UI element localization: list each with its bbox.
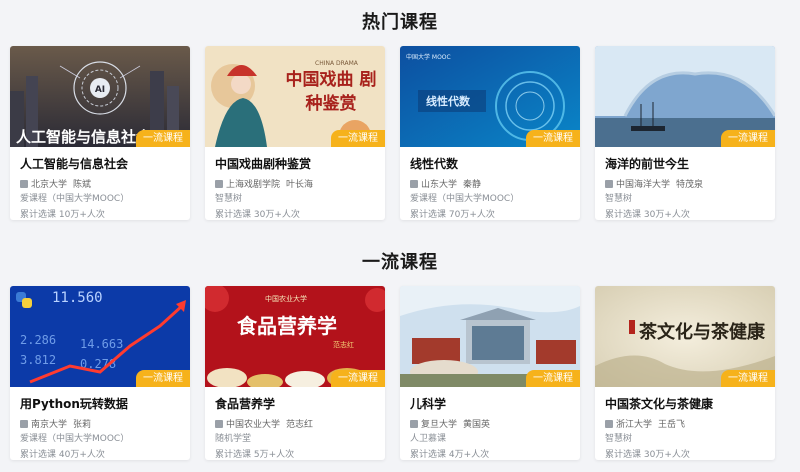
school-line: 山东大学 秦静 xyxy=(410,177,570,190)
svg-text:AI: AI xyxy=(95,85,105,95)
first-class-badge: 一流课程 xyxy=(136,130,190,147)
school-icon xyxy=(215,419,223,428)
school-line: 南京大学 张莉 xyxy=(20,417,180,430)
enrollment-count: 累计选课 10万+人次 xyxy=(20,210,105,220)
course-title: 用Python玩转数据 xyxy=(20,397,128,411)
svg-text:14.663: 14.663 xyxy=(80,337,123,351)
course-card[interactable]: 一流课程 儿科学 复旦大学 黄国英 人卫慕课 累计选课 4万+人次 xyxy=(400,286,580,460)
teacher-name: 范志红 xyxy=(286,420,314,430)
enrollment-count: 累计选课 40万+人次 xyxy=(20,450,105,460)
course-card[interactable]: 茶文化与茶健康 一流课程 中国茶文化与茶健康 浙江大学 王岳飞 智慧树 累计选课 … xyxy=(595,286,775,460)
school-icon xyxy=(605,179,613,188)
school-icon xyxy=(605,419,613,428)
school-name: 南京大学 xyxy=(31,420,68,430)
school-name: 中国农业大学 xyxy=(226,420,281,430)
school-icon xyxy=(20,419,28,428)
thumbnail-caption: 线性代数 xyxy=(426,95,470,108)
school-line: 浙江大学 王岳飞 xyxy=(605,417,765,430)
school-line: 复旦大学 黄国英 xyxy=(410,417,570,430)
platform-name: 随机学堂 xyxy=(215,434,252,444)
enrollment-count: 累计选课 4万+人次 xyxy=(410,450,490,460)
school-name: 山东大学 xyxy=(421,180,458,190)
school-icon xyxy=(410,419,418,428)
section-title-first-class: 一流课程 xyxy=(362,252,438,273)
course-thumbnail: 2.286 3.812 14.663 0.278 11.560 一流课程 xyxy=(10,286,190,387)
platform-name: 智慧树 xyxy=(605,434,633,444)
enrollment-count: 累计选课 30万+人次 xyxy=(215,210,300,220)
course-card[interactable]: CHINA DRAMA 中国戏曲 剧种鉴赏 一流课程 中国戏曲剧种鉴赏 上海戏剧… xyxy=(205,46,385,220)
course-thumbnail: 一流课程 xyxy=(400,286,580,387)
teacher-name: 秦静 xyxy=(463,180,482,190)
course-card[interactable]: 中国农业大学 食品营养学 范志红 一流课程 食品营养学 中国农业大学 范志红 随机… xyxy=(205,286,385,460)
course-title: 食品营养学 xyxy=(215,397,276,411)
teacher-name: 陈斌 xyxy=(73,180,92,190)
school-name: 上海戏剧学院 xyxy=(226,180,281,190)
svg-text:3.812: 3.812 xyxy=(20,353,56,367)
school-icon xyxy=(410,179,418,188)
course-thumbnail: 茶文化与茶健康 一流课程 xyxy=(595,286,775,387)
first-class-badge: 一流课程 xyxy=(526,130,580,147)
course-title: 中国茶文化与茶健康 xyxy=(605,397,714,411)
school-name: 北京大学 xyxy=(31,180,68,190)
first-class-badge: 一流课程 xyxy=(331,370,385,387)
school-name: 浙江大学 xyxy=(616,420,653,430)
platform-name: 爱课程（中国大学MOOC） xyxy=(20,194,130,204)
thumbnail-caption: 人工智能与信息社会 xyxy=(16,128,152,146)
school-icon xyxy=(215,179,223,188)
thumbnail-caption: 中国戏曲 剧种鉴赏 xyxy=(285,70,377,114)
course-thumbnail: 一流课程 xyxy=(595,46,775,147)
thumbnail-caption: 食品营养学 xyxy=(237,314,337,338)
school-line: 上海戏剧学院 叶长海 xyxy=(215,177,375,190)
school-icon xyxy=(20,179,28,188)
thumbnail-subtitle: CHINA DRAMA xyxy=(315,60,358,67)
first-class-badge: 一流课程 xyxy=(721,130,775,147)
thumbnail-caption: 茶文化与茶健康 xyxy=(639,322,765,343)
first-class-badge: 一流课程 xyxy=(526,370,580,387)
section-title-hot: 热门课程 xyxy=(362,12,438,33)
platform-name: 爱课程（中国大学MOOC） xyxy=(410,194,520,204)
platform-name: 爱课程（中国大学MOOC） xyxy=(20,434,130,444)
course-title: 中国戏曲剧种鉴赏 xyxy=(215,157,312,171)
course-card[interactable]: 一流课程 海洋的前世今生 中国海洋大学 特茂泉 智慧树 累计选课 30万+人次 xyxy=(595,46,775,220)
course-title: 海洋的前世今生 xyxy=(605,157,690,171)
enrollment-count: 累计选课 70万+人次 xyxy=(410,210,495,220)
teacher-name: 张莉 xyxy=(73,420,92,430)
platform-name: 智慧树 xyxy=(215,194,243,204)
course-thumbnail: CHINA DRAMA 中国戏曲 剧种鉴赏 一流课程 xyxy=(205,46,385,147)
course-title: 人工智能与信息社会 xyxy=(20,157,129,171)
thumbnail-caption: 11.560 xyxy=(52,290,103,306)
enrollment-count: 累计选课 30万+人次 xyxy=(605,450,690,460)
first-class-badge: 一流课程 xyxy=(721,370,775,387)
teacher-name: 王岳飞 xyxy=(658,420,686,430)
platform-name: 人卫慕课 xyxy=(410,434,447,444)
school-name: 中国海洋大学 xyxy=(616,180,671,190)
course-thumbnail: 中国农业大学 食品营养学 范志红 一流课程 xyxy=(205,286,385,387)
first-class-badge: 一流课程 xyxy=(331,130,385,147)
school-line: 中国海洋大学 特茂泉 xyxy=(605,177,765,190)
course-row-hot: AI 人工智能与信息社会 一流课程 人工智能与信息社会 北京大学 陈斌 爱课程（中… xyxy=(10,46,775,220)
teacher-name: 特茂泉 xyxy=(676,180,704,190)
thumbnail-subtitle: 中国农业大学 xyxy=(265,295,307,303)
first-class-badge: 一流课程 xyxy=(136,370,190,387)
thumbnail-subtitle: 中国大学 MOOC xyxy=(406,54,451,61)
teacher-name: 叶长海 xyxy=(286,180,314,190)
school-line: 中国农业大学 范志红 xyxy=(215,417,375,430)
course-row-first-class: 2.286 3.812 14.663 0.278 11.560 一流课程 用Pytho… xyxy=(10,286,775,460)
course-thumbnail: AI 人工智能与信息社会 一流课程 xyxy=(10,46,190,147)
enrollment-count: 累计选课 5万+人次 xyxy=(215,450,295,460)
course-card[interactable]: 2.286 3.812 14.663 0.278 11.560 一流课程 用Pytho… xyxy=(10,286,190,460)
course-title: 线性代数 xyxy=(410,157,459,171)
teacher-name: 黄国英 xyxy=(463,420,491,430)
course-title: 儿科学 xyxy=(410,397,447,411)
enrollment-count: 累计选课 30万+人次 xyxy=(605,210,690,220)
platform-name: 智慧树 xyxy=(605,194,633,204)
course-thumbnail: 中国大学 MOOC 线性代数 一流课程 xyxy=(400,46,580,147)
thumbnail-author: 范志红 xyxy=(333,341,354,349)
svg-text:2.286: 2.286 xyxy=(20,333,56,347)
course-card[interactable]: 中国大学 MOOC 线性代数 一流课程 线性代数 山东大学 秦静 爱课程（中国大学… xyxy=(400,46,580,220)
school-line: 北京大学 陈斌 xyxy=(20,177,180,190)
course-card[interactable]: AI 人工智能与信息社会 一流课程 人工智能与信息社会 北京大学 陈斌 爱课程（中… xyxy=(10,46,190,220)
school-name: 复旦大学 xyxy=(421,420,458,430)
